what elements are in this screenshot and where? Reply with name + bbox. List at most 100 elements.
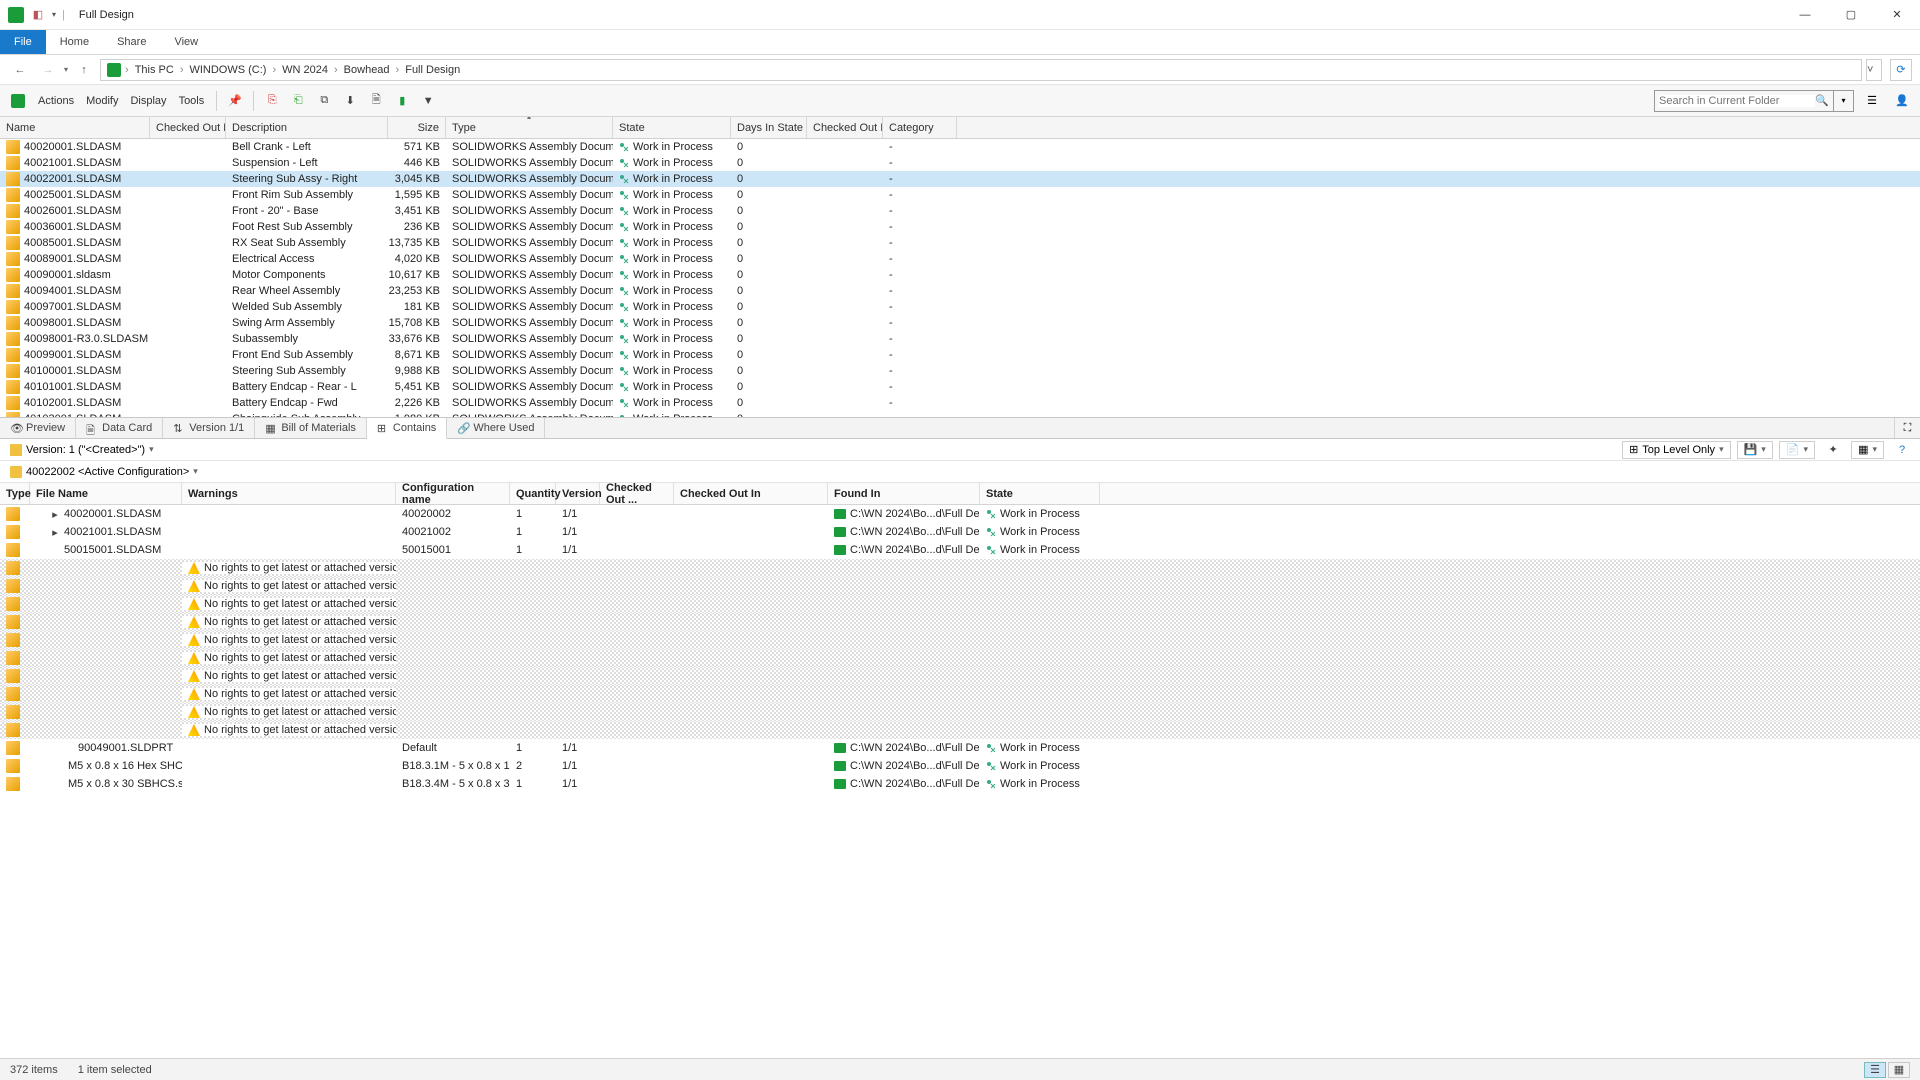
contains-column-header[interactable]: Checked Out ... (600, 483, 674, 504)
detail-tab-data-card[interactable]: 🗎Data Card (76, 418, 163, 438)
maximize-button[interactable]: ▢ (1828, 0, 1874, 30)
breadcrumb-segment[interactable]: Full Design (403, 64, 462, 76)
refresh-button[interactable]: ⟳ (1890, 59, 1912, 81)
column-header[interactable]: Name (0, 117, 150, 138)
view-icons-icon[interactable]: ▦ (1888, 1062, 1910, 1078)
breadcrumb-segment[interactable]: WINDOWS (C:) (187, 64, 268, 76)
contains-row-warning[interactable]: No rights to get latest or attached vers… (0, 721, 1920, 739)
contains-column-header[interactable]: Configuration name (396, 483, 510, 504)
qat-dropdown-icon[interactable]: ▾ (52, 10, 56, 19)
breadcrumb[interactable]: › This PC›WINDOWS (C:)›WN 2024›Bowhead›F… (100, 59, 1862, 81)
contains-row[interactable]: M5 x 0.8 x 16 Hex SHCS.sld...B18.3.1M - … (0, 757, 1920, 775)
detail-tab-contains[interactable]: ⊞Contains (367, 418, 447, 439)
file-row[interactable]: 40099001.SLDASMFront End Sub Assembly8,6… (0, 347, 1920, 363)
contains-row[interactable]: ▸40020001.SLDASM4002000211/1C:\WN 2024\B… (0, 505, 1920, 523)
file-row[interactable]: 40089001.SLDASMElectrical Access4,020 KB… (0, 251, 1920, 267)
detail-tab-version-[interactable]: ⇅Version 1/1 (163, 418, 255, 438)
file-row[interactable]: 40100001.SLDASMSteering Sub Assembly9,98… (0, 363, 1920, 379)
breadcrumb-segment[interactable]: WN 2024 (280, 64, 330, 76)
breadcrumb-segment[interactable]: Bowhead (342, 64, 392, 76)
column-header[interactable]: Checked Out In (807, 117, 883, 138)
checkout-icon[interactable]: ⎘ (260, 89, 284, 113)
contains-column-header[interactable]: Type (0, 483, 30, 504)
column-header[interactable]: Description (226, 117, 388, 138)
search-box[interactable]: 🔍 (1654, 90, 1834, 112)
file-row[interactable]: 40036001.SLDASMFoot Rest Sub Assembly236… (0, 219, 1920, 235)
file-row[interactable]: 40021001.SLDASMSuspension - Left446 KBSO… (0, 155, 1920, 171)
toolbar-menu-display[interactable]: Display (124, 95, 172, 107)
vault-options-icon[interactable] (6, 89, 30, 113)
new-file-icon[interactable]: 🗎 (364, 89, 388, 113)
file-row[interactable]: 40026001.SLDASMFront - 20" - Base3,451 K… (0, 203, 1920, 219)
view-details-icon[interactable]: ☰ (1864, 1062, 1886, 1078)
view-toggle-icon[interactable]: ☰ (1860, 89, 1884, 113)
toolbar-menu-tools[interactable]: Tools (173, 95, 211, 107)
column-header[interactable]: State (613, 117, 731, 138)
contains-column-header[interactable]: Checked Out In (674, 483, 828, 504)
contains-row[interactable]: 90049001.SLDPRTDefault11/1C:\WN 2024\Bo.… (0, 739, 1920, 757)
history-dropdown-icon[interactable]: ▾ (64, 65, 68, 74)
column-header[interactable]: Days In State (731, 117, 807, 138)
contains-row[interactable]: ▸40021001.SLDASM4002100211/1C:\WN 2024\B… (0, 523, 1920, 541)
config-selector[interactable]: 40022002 <Active Configuration> ▾ (6, 463, 202, 481)
file-row[interactable]: 40090001.sldasmMotor Components10,617 KB… (0, 267, 1920, 283)
file-row[interactable]: 40022001.SLDASMSteering Sub Assy - Right… (0, 171, 1920, 187)
file-row[interactable]: 40101001.SLDASMBattery Endcap - Rear - L… (0, 379, 1920, 395)
file-row[interactable]: 40025001.SLDASMFront Rim Sub Assembly1,5… (0, 187, 1920, 203)
save-dropdown[interactable]: 💾▾ (1737, 441, 1773, 459)
breadcrumb-segment[interactable]: This PC (133, 64, 176, 76)
column-header[interactable]: Checked Out By (150, 117, 226, 138)
hide-icon[interactable]: ✦ (1821, 438, 1845, 462)
search-options-icon[interactable]: ▾ (1834, 90, 1854, 112)
up-button[interactable]: ↑ (72, 58, 96, 82)
copy-icon[interactable]: ⧉ (312, 89, 336, 113)
contains-column-header[interactable]: File Name (30, 483, 182, 504)
close-button[interactable]: ✕ (1874, 0, 1920, 30)
toolbar-menu-actions[interactable]: Actions (32, 95, 80, 107)
file-row[interactable]: 40094001.SLDASMRear Wheel Assembly23,253… (0, 283, 1920, 299)
get-latest-icon[interactable]: ⬇ (338, 89, 362, 113)
file-row[interactable]: 40020001.SLDASMBell Crank - Left571 KBSO… (0, 139, 1920, 155)
column-header[interactable]: Category (883, 117, 957, 138)
ribbon-tab-share[interactable]: Share (103, 30, 160, 54)
file-row[interactable]: 40102001.SLDASMBattery Endcap - Fwd2,226… (0, 395, 1920, 411)
ribbon-tab-file[interactable]: File (0, 30, 46, 54)
ribbon-tab-home[interactable]: Home (46, 30, 103, 54)
contains-row-warning[interactable]: No rights to get latest or attached vers… (0, 649, 1920, 667)
column-header[interactable]: Type▴ (446, 117, 613, 138)
version-selector[interactable]: Version: 1 ("<Created>") ▾ (6, 441, 158, 459)
breadcrumb-dropdown-icon[interactable]: ˅ (1866, 59, 1882, 81)
user-icon[interactable]: 👤 (1890, 89, 1914, 113)
detail-tab-preview[interactable]: 👁Preview (0, 418, 76, 438)
contains-column-header[interactable]: Version (556, 483, 600, 504)
toolbar-menu-modify[interactable]: Modify (80, 95, 124, 107)
contains-column-header[interactable]: Warnings (182, 483, 396, 504)
help-icon[interactable]: ? (1890, 438, 1914, 462)
contains-row-warning[interactable]: No rights to get latest or attached vers… (0, 577, 1920, 595)
file-row[interactable]: 40098001.SLDASMSwing Arm Assembly15,708 … (0, 315, 1920, 331)
contains-column-header[interactable]: State (980, 483, 1100, 504)
contains-row-warning[interactable]: No rights to get latest or attached vers… (0, 559, 1920, 577)
contains-column-header[interactable]: Found In (828, 483, 980, 504)
detail-tab-where-used[interactable]: 🔗Where Used (447, 418, 545, 438)
contains-column-header[interactable]: Quantity (510, 483, 556, 504)
minimize-button[interactable]: — (1782, 0, 1828, 30)
detail-tab-bill-of-materials[interactable]: ▦Bill of Materials (255, 418, 367, 438)
contains-row-warning[interactable]: No rights to get latest or attached vers… (0, 685, 1920, 703)
search-icon[interactable]: 🔍 (1815, 94, 1829, 107)
contains-row-warning[interactable]: No rights to get latest or attached vers… (0, 631, 1920, 649)
export-dropdown[interactable]: 📄▾ (1779, 441, 1815, 459)
checkin-icon[interactable]: ⎗ (286, 89, 310, 113)
column-header[interactable]: Size (388, 117, 446, 138)
file-row[interactable]: 40097001.SLDASMWelded Sub Assembly181 KB… (0, 299, 1920, 315)
top-level-dropdown[interactable]: ⊞Top Level Only▾ (1622, 441, 1731, 459)
filter-icon[interactable]: ▼ (416, 89, 440, 113)
pin-icon[interactable]: 📌 (223, 89, 247, 113)
contains-row-warning[interactable]: No rights to get latest or attached vers… (0, 595, 1920, 613)
contains-row-warning[interactable]: No rights to get latest or attached vers… (0, 613, 1920, 631)
forward-button[interactable]: → (36, 58, 60, 82)
contains-row[interactable]: M5 x 0.8 x 30 SBHCS.sldprtB18.3.4M - 5 x… (0, 775, 1920, 793)
contains-row[interactable]: 50015001.SLDASM5001500111/1C:\WN 2024\Bo… (0, 541, 1920, 559)
contains-row-warning[interactable]: No rights to get latest or attached vers… (0, 703, 1920, 721)
file-row[interactable]: 40103001.SLDASMChainguide Sub Assembly1,… (0, 411, 1920, 417)
